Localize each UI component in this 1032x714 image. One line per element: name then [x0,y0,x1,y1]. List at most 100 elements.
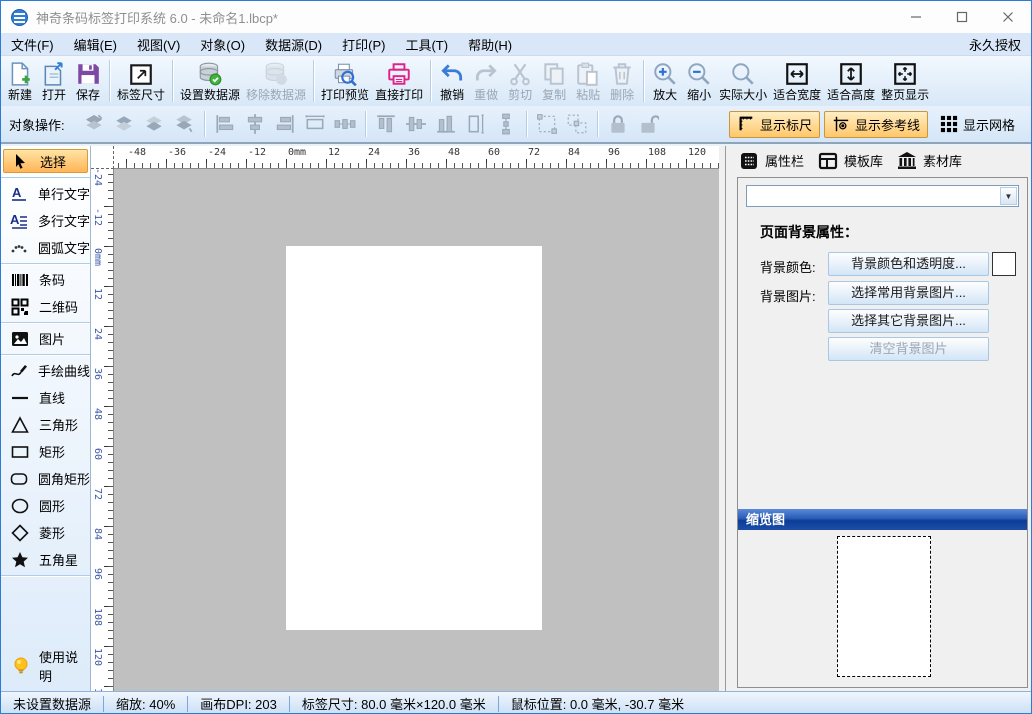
choose-other-bg-button[interactable]: 选择其它背景图片... [828,309,989,333]
set-datasource-icon [197,61,223,88]
actual-size-button[interactable]: 实际大小 [716,60,770,103]
app-icon [11,9,28,26]
choose-common-bg-button[interactable]: 选择常用背景图片... [828,281,989,305]
ruler-h-label: -36 [168,147,186,158]
tool-rounded-rectangle[interactable]: 圆角矩形 [1,465,90,492]
open-document-icon [41,61,67,88]
tool-select[interactable]: 选择 [3,149,88,173]
menu-edit[interactable]: 编辑(E) [64,33,127,56]
main-toolbar: 新建 打开 保存 标签尺寸 设置数据源 移除数据源 打印预览 [1,56,1031,106]
tab-templates[interactable]: 模板库 [818,151,883,171]
tool-rectangle[interactable]: 矩形 [1,438,90,465]
align-right-icon [272,112,298,136]
tool-single-line-text[interactable]: A 单行文字 [1,180,90,207]
toolbar-separator [526,111,527,137]
status-mouse-position: 鼠标位置: 0.0 毫米, -30.7 毫米 [499,694,696,713]
tool-triangle[interactable]: 三角形 [1,411,90,438]
zoom-in-button[interactable]: 放大 [648,60,682,103]
minimize-button[interactable] [893,1,939,33]
tool-barcode[interactable]: 条码 [1,266,90,293]
menu-help[interactable]: 帮助(H) [458,33,522,56]
bg-color-button[interactable]: 背景颜色和透明度... [828,252,989,276]
direct-print-button[interactable]: 直接打印 [372,60,426,103]
show-grid-toggle[interactable]: 显示网格 [932,111,1023,138]
ruler-v-label: 60 [92,448,103,460]
new-button[interactable]: 新建 [3,60,37,103]
undo-button[interactable]: 撤销 [435,60,469,103]
image-icon [8,330,32,348]
object-selector-combo[interactable]: ▼ [746,185,1019,207]
tool-freehand-curve[interactable]: 手绘曲线 [1,357,90,384]
toolbar-separator [643,60,644,102]
fit-width-button[interactable]: 适合宽度 [770,60,824,103]
status-label-size: 标签尺寸: 80.0 毫米×120.0 毫米 [290,694,498,713]
ruler-v-label: 108 [92,608,103,626]
vertical-ruler: -24-120mm1224364860728496108120132 [91,169,114,691]
tool-sidebar: 选择 A 单行文字 A 多行文字 圆弧文字 条码 二维码 图片 [1,146,91,691]
zoom-in-icon [652,61,678,88]
ruler-h-label: 96 [608,147,620,158]
design-canvas[interactable] [114,169,719,691]
panel-splitter[interactable] [719,146,731,691]
show-ruler-toggle[interactable]: 显示标尺 [729,111,820,138]
thumbnail-page[interactable] [837,536,931,677]
tool-qrcode[interactable]: 二维码 [1,293,90,320]
tool-circle[interactable]: 圆形 [1,492,90,519]
print-preview-icon [332,61,358,88]
label-size-button[interactable]: 标签尺寸 [114,60,168,103]
menu-tools[interactable]: 工具(T) [395,33,458,56]
open-button[interactable]: 打开 [37,60,71,103]
tool-multi-line-text[interactable]: A 多行文字 [1,207,90,234]
menu-print[interactable]: 打印(P) [332,33,395,56]
show-guides-toggle[interactable]: 显示参考线 [824,111,928,138]
materials-icon [897,151,917,171]
bg-image-label: 背景图片: [760,286,816,305]
label-page[interactable] [286,246,542,630]
tool-star[interactable]: 五角星 [1,546,90,573]
sidebar-separator [1,322,90,323]
select-icon [9,153,33,169]
rounded-rect-icon [8,470,31,488]
right-panel: 属性栏 模板库 素材库 ▼ 页面背景属性： 背景颜色: 背景颜色和透明度... … [731,146,1032,691]
line-icon [8,389,32,407]
actual-size-icon [730,61,756,88]
svg-text:A: A [10,212,20,227]
bg-color-swatch[interactable] [992,252,1016,276]
help-button[interactable]: 使用说明 [1,647,90,685]
menu-file[interactable]: 文件(F) [1,33,64,56]
menu-object[interactable]: 对象(O) [190,33,255,56]
tool-arc-text[interactable]: 圆弧文字 [1,234,90,261]
tab-properties[interactable]: 属性栏 [739,151,804,171]
ruler-h-label: 108 [648,147,666,158]
status-bar: 未设置数据源 缩放: 40% 画布DPI: 203 标签尺寸: 80.0 毫米×… [1,691,1031,714]
menu-view[interactable]: 视图(V) [127,33,190,56]
chevron-down-icon[interactable]: ▼ [1000,187,1017,205]
title-bar: 神奇条码标签打印系统 6.0 - 未命名1.lbcp* [1,1,1031,33]
toolbar-separator [172,60,173,102]
panel-tabs: 属性栏 模板库 素材库 [731,146,1032,175]
tool-diamond[interactable]: 菱形 [1,519,90,546]
set-datasource-button[interactable]: 设置数据源 [177,60,243,103]
save-button[interactable]: 保存 [71,60,105,103]
print-preview-button[interactable]: 打印预览 [318,60,372,103]
menu-datasource[interactable]: 数据源(D) [255,33,332,56]
zoom-out-button[interactable]: 缩小 [682,60,716,103]
tab-materials[interactable]: 素材库 [897,151,962,171]
sidebar-separator [1,263,90,264]
ruler-v-label: 24 [92,328,103,340]
ruler-v-label: 84 [92,528,103,540]
ruler-h-label: -48 [128,147,146,158]
tool-image[interactable]: 图片 [1,325,90,352]
ruler-v-label: 12 [92,288,103,300]
svg-text:A: A [12,185,22,200]
close-button[interactable] [985,1,1031,33]
distribute-v-icon [493,112,519,136]
redo-button: 重做 [469,60,503,103]
maximize-button[interactable] [939,1,985,33]
tool-line[interactable]: 直线 [1,384,90,411]
full-page-button[interactable]: 整页显示 [878,60,932,103]
properties-panel: ▼ 页面背景属性： 背景颜色: 背景颜色和透明度... 背景图片: 选择常用背景… [737,177,1028,688]
fit-height-button[interactable]: 适合高度 [824,60,878,103]
bulb-icon [11,656,31,676]
paste-button: 粘贴 [571,60,605,103]
